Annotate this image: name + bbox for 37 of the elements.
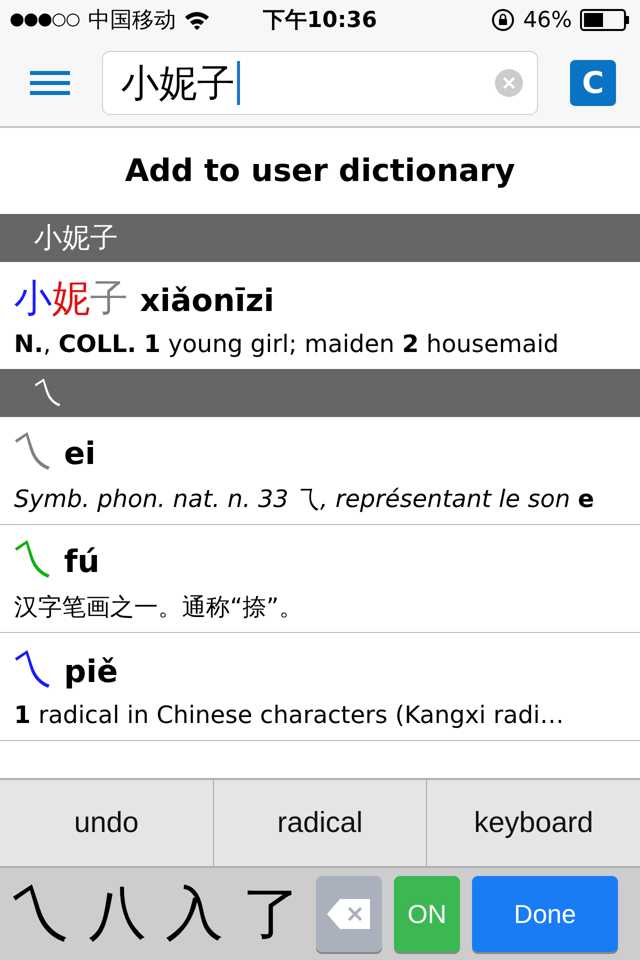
rotation-lock-icon [491, 8, 516, 32]
entry-row[interactable]: 乀 ei Symb. phon. nat. n. 33 乁, représentant le son e [0, 417, 640, 525]
definition: 1 radical in Chinese characters (Kangxi radi… [14, 701, 565, 729]
candidate-key[interactable]: 乀 [8, 875, 73, 953]
signal-icon [10, 13, 80, 27]
candidate-key[interactable]: 八 [85, 875, 150, 953]
definition: Symb. phon. nat. n. 33 乁, représentant le son e [14, 484, 596, 515]
entry-row[interactable]: 乀 fú 汉字笔画之一。通称“捺”。 [0, 525, 640, 633]
candidate-key[interactable]: 入 [162, 875, 227, 953]
definition: 汉字笔画之一。通称“捺”。 [14, 592, 304, 623]
pinyin: piě [64, 654, 118, 690]
pinyin: fú [64, 544, 100, 580]
search-field[interactable]: 小妮子 [102, 51, 538, 115]
entry-row[interactable]: 小妮子 xiǎonīzi N., COLL. 1 young girl; maiden 2 housemaid [0, 262, 640, 369]
definition: N., COLL. 1 young girl; maiden 2 housemaid [14, 330, 560, 358]
section-header: 小妮子 [0, 214, 640, 262]
battery-icon [580, 9, 630, 31]
page-title: Add to user dictionary [124, 152, 516, 191]
entry-row[interactable]: 乀 piě 1 radical in Chinese characters (Kangxi radi… [0, 633, 640, 741]
mode-button[interactable]: C [570, 60, 616, 106]
clear-icon[interactable] [495, 69, 523, 97]
headword: 乀 [14, 646, 52, 693]
delete-icon [326, 898, 372, 930]
pinyin: xiǎonīzi [140, 283, 274, 319]
clock-time: 下午10:36 [262, 7, 378, 35]
delete-key[interactable] [316, 876, 382, 952]
candidate-key[interactable]: 了 [239, 875, 304, 953]
headword: 乀 [14, 428, 52, 475]
done-button[interactable]: Done [472, 876, 618, 952]
headword: 小妮子 [14, 275, 128, 322]
pinyin: ei [64, 436, 96, 472]
headword: 乀 [14, 536, 52, 583]
battery-percent: 46% [523, 8, 572, 32]
carrier-name: 中国移动 [88, 7, 176, 35]
wifi-icon [184, 10, 210, 30]
menu-icon[interactable] [30, 71, 70, 95]
section-header: 乀 [0, 369, 640, 417]
